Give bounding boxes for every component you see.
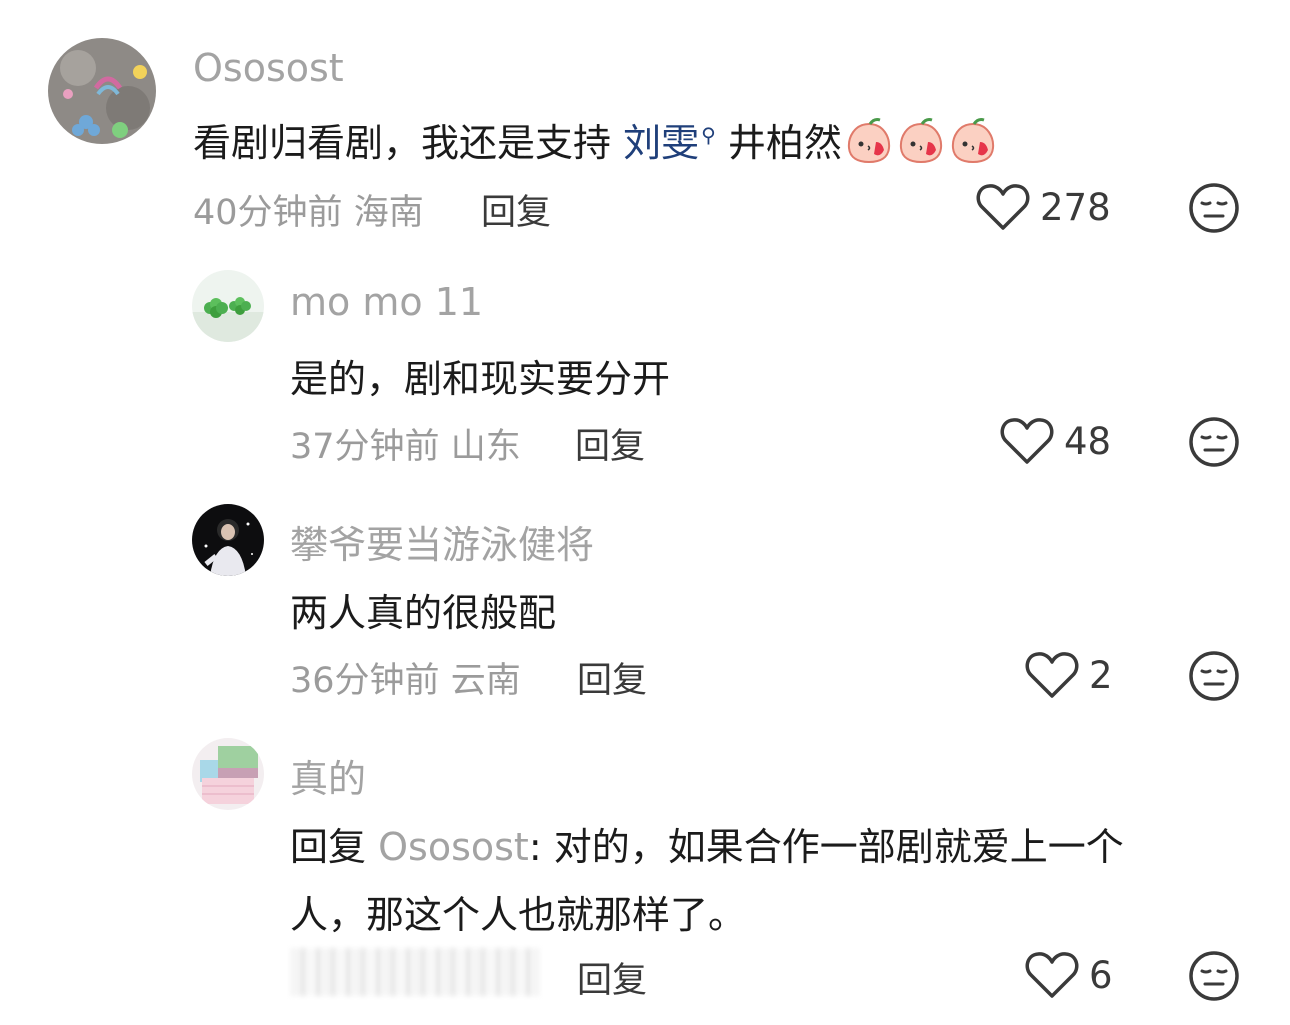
comment-meta: 36分钟前 云南 — [290, 652, 521, 703]
reply-button[interactable]: 回复 — [481, 184, 551, 235]
like-count: 278 — [1040, 185, 1111, 229]
comment-meta: 37分钟前 山东 — [290, 418, 521, 469]
comment-time: 37分钟前 — [290, 427, 440, 467]
heart-outline-icon — [976, 184, 1030, 230]
comment-time: 40分钟前 — [193, 193, 343, 233]
meh-face-icon — [1189, 417, 1239, 467]
like-button[interactable]: 6 — [1025, 950, 1113, 1000]
meh-face-icon — [1189, 951, 1239, 1001]
reply-target-username[interactable]: Ososost — [378, 825, 529, 869]
meh-face-icon — [1189, 183, 1239, 233]
avatar[interactable] — [48, 38, 156, 144]
dislike-button[interactable] — [1188, 182, 1240, 238]
reply-prefix: 回复 — [290, 825, 367, 869]
blurred-meta — [290, 948, 540, 996]
avatar[interactable] — [192, 270, 264, 342]
dislike-button[interactable] — [1188, 416, 1240, 472]
dislike-button[interactable] — [1188, 650, 1240, 706]
comment-location: 海南 — [353, 193, 424, 233]
heart-outline-icon — [1000, 418, 1054, 464]
comment-time: 36分钟前 — [290, 661, 440, 701]
heart-outline-icon — [1025, 652, 1079, 698]
like-count: 2 — [1089, 653, 1113, 697]
comment-text-part: : 对的，如果合作一部剧就爱上一个 — [528, 825, 1124, 869]
comment-username[interactable]: Ososost — [193, 46, 344, 90]
like-count: 6 — [1089, 953, 1113, 997]
like-count: 48 — [1064, 419, 1112, 463]
like-button[interactable]: 2 — [1025, 650, 1113, 700]
reply-button[interactable]: 回复 — [577, 952, 647, 1003]
reply-button[interactable]: 回复 — [575, 418, 645, 469]
search-icon: ⚲ — [701, 123, 716, 148]
avatar[interactable] — [192, 504, 264, 576]
heart-outline-icon — [1025, 952, 1079, 998]
kiss-face-emoji — [844, 116, 894, 166]
dislike-button[interactable] — [1188, 950, 1240, 1006]
reply-button[interactable]: 回复 — [577, 652, 647, 703]
like-button[interactable]: 278 — [976, 182, 1111, 232]
comment-text-part: 看剧归看剧，我还是支持 — [193, 121, 612, 165]
comment-location: 山东 — [450, 427, 521, 467]
kiss-face-emoji — [896, 116, 946, 166]
meh-face-icon — [1189, 651, 1239, 701]
comment-location: 云南 — [450, 661, 521, 701]
comment-meta: 40分钟前 海南 — [193, 184, 424, 235]
mention-link[interactable]: 刘雯 ⚲ — [623, 121, 716, 165]
comment-text: 人，那这个人也就那样了。 — [290, 893, 747, 937]
mention-name[interactable]: 刘雯 — [623, 121, 699, 165]
comment-username[interactable]: mo mo 11 — [290, 280, 483, 324]
comment-text: 两人真的很般配 — [290, 591, 557, 635]
comment-username[interactable]: 真的 — [290, 748, 366, 803]
kiss-face-emoji — [948, 116, 998, 166]
like-button[interactable]: 48 — [1000, 416, 1111, 466]
comment-text: 是的，剧和现实要分开 — [290, 357, 671, 401]
avatar[interactable] — [192, 738, 264, 810]
comment-text: 回复 Ososost: 对的，如果合作一部剧就爱上一个 — [290, 816, 1124, 871]
comment-username[interactable]: 攀爷要当游泳健将 — [290, 514, 594, 569]
comment-text: 看剧归看剧，我还是支持 刘雯 ⚲ 井柏然 — [193, 112, 998, 167]
comment-text-part: 井柏然 — [727, 121, 842, 165]
